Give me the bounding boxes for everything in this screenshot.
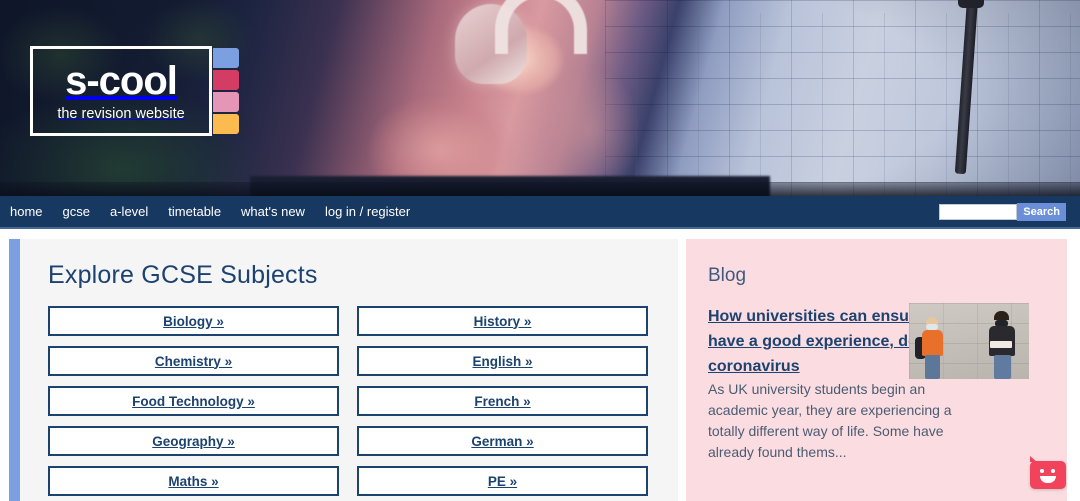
site-logo[interactable]: s-cool the revision website [30,46,239,136]
nav-link-gcse[interactable]: gcse [63,204,90,219]
subject-button-maths[interactable]: Maths » [48,466,339,496]
logo-title: s-cool [65,58,178,103]
page-title: Explore GCSE Subjects [48,261,318,289]
subject-button-geography[interactable]: Geography » [48,426,339,456]
subject-button-grid: Biology » History » Chemistry » English … [48,306,648,496]
explore-subjects-card: Explore GCSE Subjects Biology » History … [9,239,678,501]
smiley-eye-right-icon [1051,469,1055,473]
nav-link-a-level[interactable]: a-level [110,204,148,219]
smiley-eye-left-icon [1040,469,1044,473]
blog-post: How universities can ensure students sti… [708,303,1045,462]
nav-link-timetable[interactable]: timetable [168,204,221,219]
blog-section-label: Blog [708,265,747,286]
logo-tab-amber [213,114,239,134]
search-button[interactable]: Search [1017,202,1066,221]
subject-button-history[interactable]: History » [357,306,648,336]
primary-navigation-bar: home gcse a-level timetable what's new l… [0,196,1080,229]
subject-button-german[interactable]: German » [357,426,648,456]
nav-link-home[interactable]: home [10,204,43,219]
subject-button-english[interactable]: English » [357,346,648,376]
search-input[interactable] [939,203,1018,220]
logo-color-tabs [213,46,239,136]
thumbnail-person-right [987,311,1017,379]
subject-button-food-technology[interactable]: Food Technology » [48,386,339,416]
thumbnail-person-left [915,316,945,379]
logo-tab-pink [213,92,239,112]
search-form: Search [939,202,1066,221]
logo-tab-blue [213,48,239,68]
subject-button-french[interactable]: French » [357,386,648,416]
smiley-mouth-icon [1040,476,1056,483]
subject-button-biology[interactable]: Biology » [48,306,339,336]
logo-tab-crimson [213,70,239,90]
nav-link-whats-new[interactable]: what's new [241,204,305,219]
blog-post-excerpt: As UK university students begin an acade… [708,381,952,460]
blog-post-thumbnail[interactable] [909,303,1029,379]
subject-button-pe[interactable]: PE » [357,466,648,496]
page-content: Explore GCSE Subjects Biology » History … [0,229,1080,501]
logo-subtitle: the revision website [57,105,185,122]
nav-links: home gcse a-level timetable what's new l… [0,204,410,219]
hero-banner: s-cool the revision website [0,0,1080,196]
nav-link-login-register[interactable]: log in / register [325,204,410,219]
logo-box: s-cool the revision website [30,46,212,136]
subject-button-chemistry[interactable]: Chemistry » [48,346,339,376]
feedback-chat-button[interactable] [1030,456,1066,489]
blog-panel: Blog How universities can ensure student… [686,239,1067,501]
